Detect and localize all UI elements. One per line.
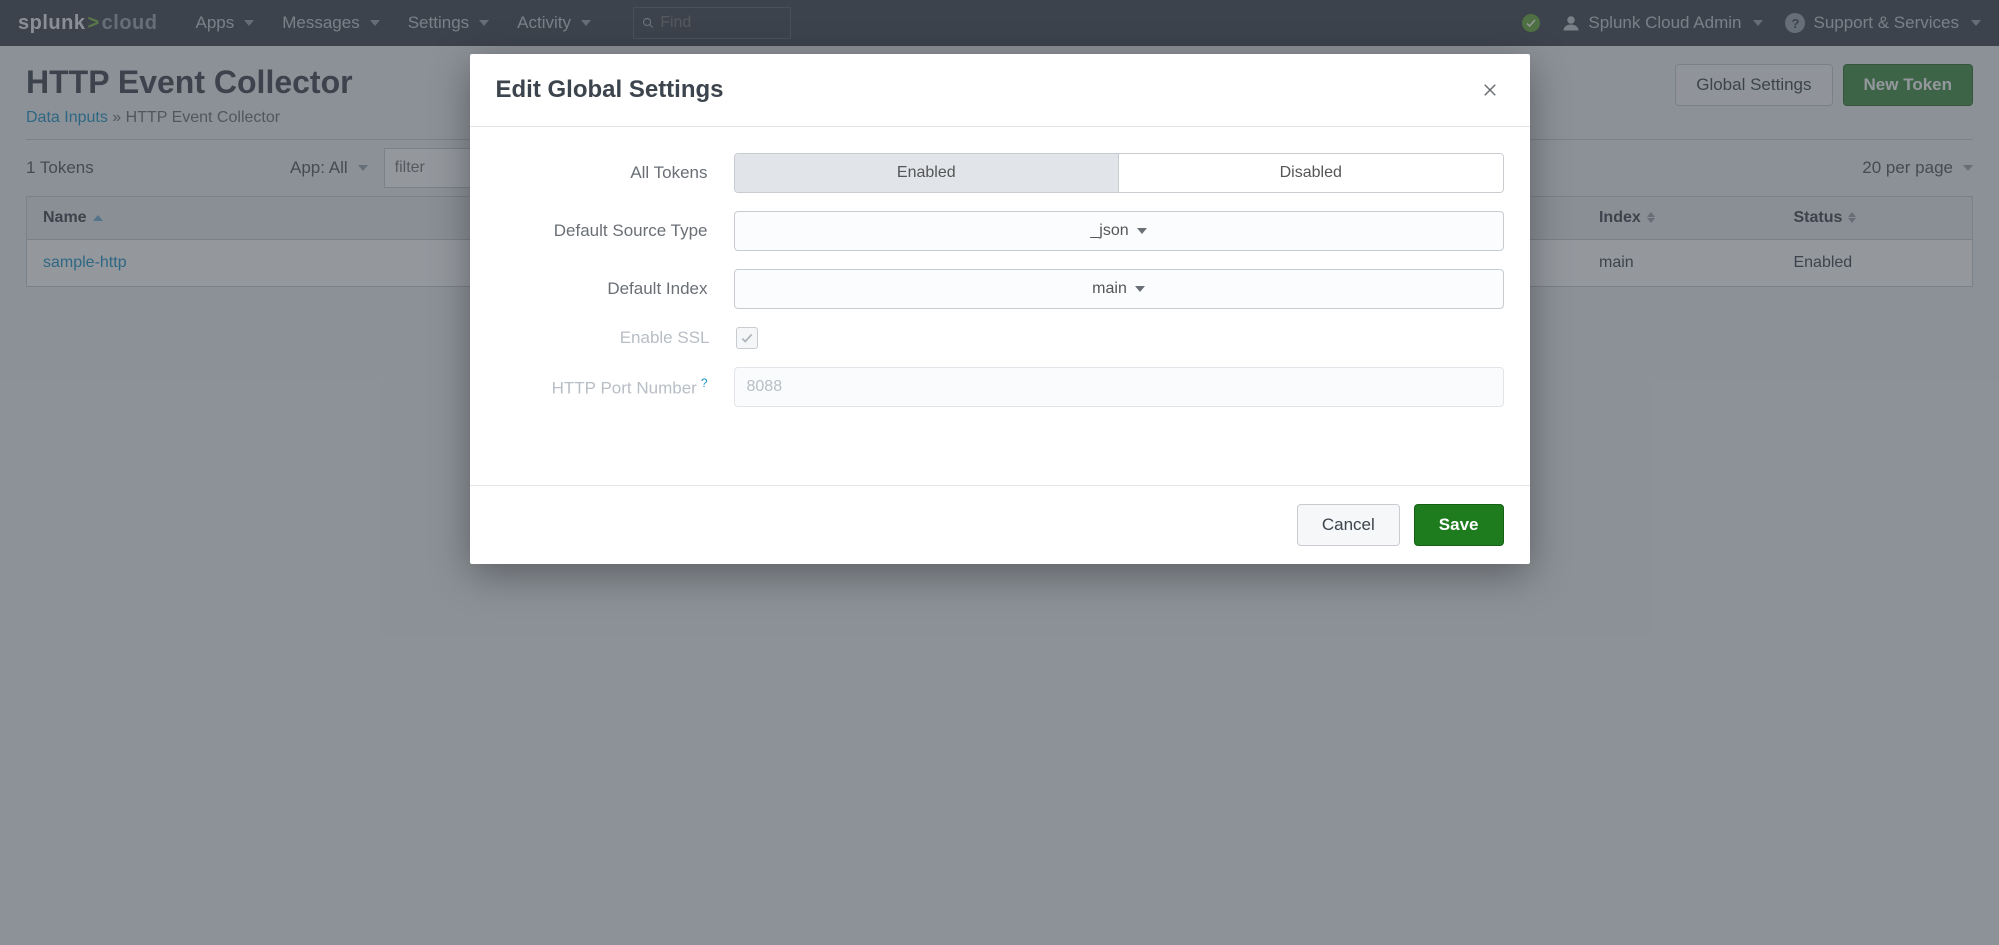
all-tokens-disabled-button[interactable]: Disabled [1118, 154, 1503, 192]
chevron-down-icon [1137, 228, 1147, 234]
close-icon [1481, 81, 1499, 99]
row-enable-ssl: Enable SSL [496, 327, 1504, 349]
label-all-tokens: All Tokens [496, 163, 734, 183]
default-source-type-value: _json [1090, 222, 1128, 240]
modal-header: Edit Global Settings [470, 54, 1530, 127]
chevron-down-icon [1135, 286, 1145, 292]
modal-footer: Cancel Save [470, 485, 1530, 564]
row-http-port: HTTP Port Number? [496, 367, 1504, 407]
label-http-port: HTTP Port Number? [496, 376, 734, 399]
label-http-port-text: HTTP Port Number [552, 378, 697, 397]
help-tooltip-icon[interactable]: ? [701, 376, 708, 390]
label-default-index: Default Index [496, 279, 734, 299]
modal-close-button[interactable] [1476, 76, 1504, 104]
row-default-index: Default Index main [496, 269, 1504, 309]
row-all-tokens: All Tokens Enabled Disabled [496, 153, 1504, 193]
default-index-value: main [1092, 280, 1127, 298]
global-settings-modal: Edit Global Settings All Tokens Enabled … [470, 54, 1530, 564]
modal-body: All Tokens Enabled Disabled Default Sour… [470, 127, 1530, 485]
http-port-input[interactable] [734, 367, 1504, 407]
default-index-dropdown[interactable]: main [734, 269, 1504, 309]
label-enable-ssl: Enable SSL [496, 328, 736, 348]
modal-title: Edit Global Settings [496, 76, 724, 104]
all-tokens-toggle: Enabled Disabled [734, 153, 1504, 193]
row-default-source-type: Default Source Type _json [496, 211, 1504, 251]
enable-ssl-checkbox[interactable] [736, 327, 758, 349]
default-source-type-dropdown[interactable]: _json [734, 211, 1504, 251]
modal-overlay[interactable]: Edit Global Settings All Tokens Enabled … [0, 0, 1999, 945]
all-tokens-enabled-button[interactable]: Enabled [735, 154, 1119, 192]
save-button[interactable]: Save [1414, 504, 1504, 546]
check-icon [740, 331, 754, 345]
label-default-source-type: Default Source Type [496, 221, 734, 241]
cancel-button[interactable]: Cancel [1297, 504, 1400, 546]
